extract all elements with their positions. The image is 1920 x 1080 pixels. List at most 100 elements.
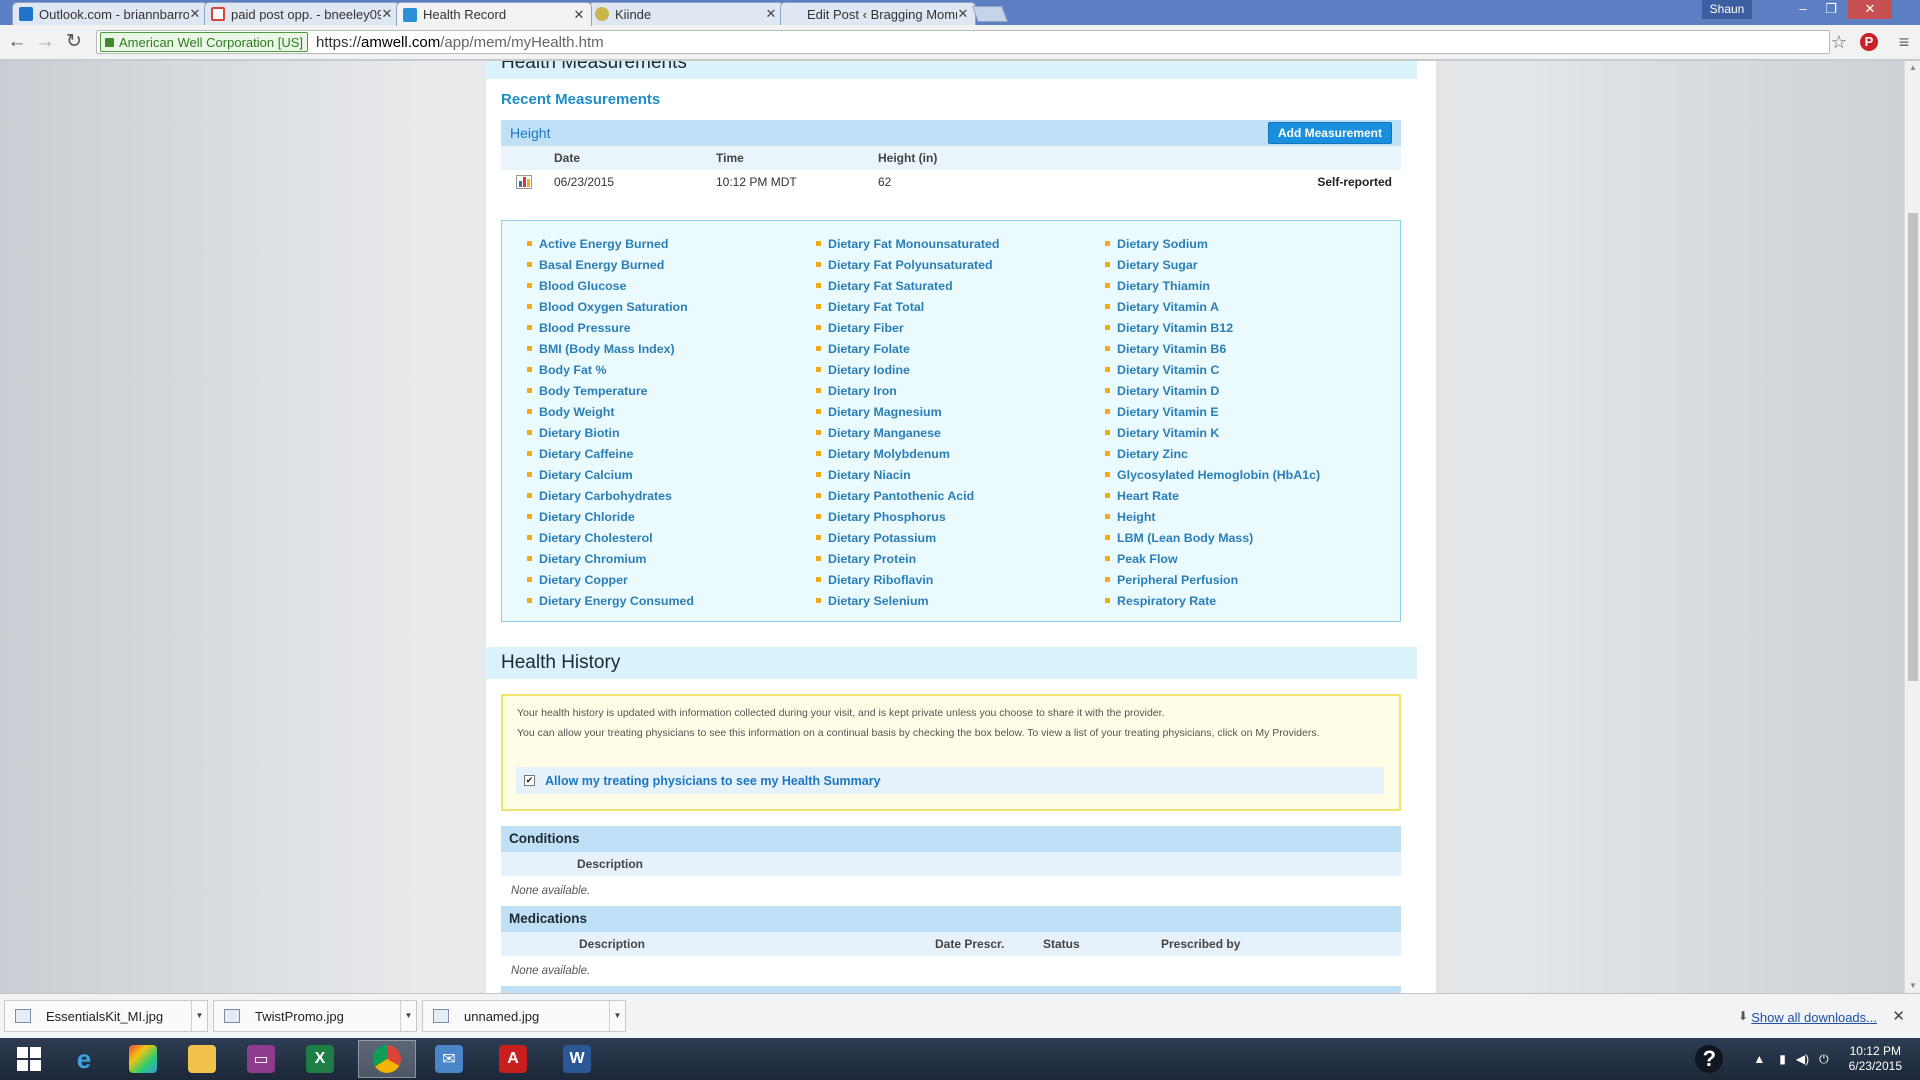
measurement-type-label[interactable]: Dietary Protein <box>828 552 916 566</box>
measurement-type-label[interactable]: Dietary Cholesterol <box>539 531 653 545</box>
measurement-type-label[interactable]: Dietary Pantothenic Acid <box>828 489 974 503</box>
measurement-type-label[interactable]: Dietary Iron <box>828 384 897 398</box>
measurement-type-link[interactable]: Dietary Iron <box>816 380 999 401</box>
measurement-type-label[interactable]: Dietary Vitamin C <box>1117 363 1219 377</box>
measurement-type-label[interactable]: Blood Oxygen Saturation <box>539 300 688 314</box>
profile-button[interactable]: Shaun <box>1702 0 1752 19</box>
back-icon[interactable]: ← <box>7 32 27 52</box>
measurement-type-link[interactable]: Dietary Carbohydrates <box>527 485 694 506</box>
measurement-type-link[interactable]: Dietary Manganese <box>816 422 999 443</box>
measurement-type-label[interactable]: Body Fat % <box>539 363 606 377</box>
measurement-type-label[interactable]: Dietary Caffeine <box>539 447 633 461</box>
measurement-type-link[interactable]: Dietary Sodium <box>1105 233 1320 254</box>
network-icon[interactable]: ▮ <box>1779 1052 1786 1066</box>
measurement-type-link[interactable]: Dietary Fat Polyunsaturated <box>816 254 999 275</box>
measurement-type-label[interactable]: Dietary Energy Consumed <box>539 594 694 608</box>
measurement-type-link[interactable]: Dietary Caffeine <box>527 443 694 464</box>
tab-edit-post[interactable]: Edit Post ‹ Bragging Mommy — ✕ <box>780 2 976 25</box>
help-icon[interactable]: ? <box>1695 1045 1724 1073</box>
restore-icon[interactable]: ❐ <box>1818 0 1844 19</box>
window-close-icon[interactable]: ✕ <box>1848 0 1892 19</box>
reload-icon[interactable]: ↻ <box>64 32 84 52</box>
measurement-type-link[interactable]: Peripheral Perfusion <box>1105 569 1320 590</box>
allow-physicians-label[interactable]: Allow my treating physicians to see my H… <box>545 774 881 788</box>
measurement-type-link[interactable]: Dietary Phosphorus <box>816 506 999 527</box>
measurement-type-label[interactable]: Dietary Chloride <box>539 510 635 524</box>
measurement-type-label[interactable]: Dietary Sugar <box>1117 258 1198 272</box>
close-icon[interactable]: ✕ <box>381 6 393 22</box>
measurement-type-link[interactable]: Dietary Magnesium <box>816 401 999 422</box>
excel-icon[interactable]: X <box>291 1040 349 1078</box>
measurement-type-link[interactable]: Dietary Fat Total <box>816 296 999 317</box>
measurement-type-link[interactable]: Dietary Vitamin C <box>1105 359 1320 380</box>
ev-certificate-badge[interactable]: American Well Corporation [US] <box>100 32 308 52</box>
minimize-icon[interactable]: – <box>1790 0 1816 19</box>
measurement-type-link[interactable]: Dietary Cholesterol <box>527 527 694 548</box>
measurement-type-label[interactable]: Peak Flow <box>1117 552 1178 566</box>
measurement-type-label[interactable]: Body Weight <box>539 405 615 419</box>
measurement-type-label[interactable]: LBM (Lean Body Mass) <box>1117 531 1253 545</box>
measurement-type-link[interactable]: Heart Rate <box>1105 485 1320 506</box>
close-icon[interactable]: ✕ <box>765 6 777 22</box>
measurement-type-label[interactable]: Dietary Thiamin <box>1117 279 1210 293</box>
new-tab-button[interactable] <box>972 6 1008 22</box>
measurement-type-link[interactable]: Dietary Thiamin <box>1105 275 1320 296</box>
bookmark-star-icon[interactable]: ☆ <box>1828 31 1850 53</box>
measurement-type-link[interactable]: Dietary Fat Saturated <box>816 275 999 296</box>
measurement-type-link[interactable]: Dietary Iodine <box>816 359 999 380</box>
chevron-down-icon[interactable]: ▼ <box>400 1001 416 1031</box>
chrome-icon[interactable] <box>358 1040 416 1078</box>
tab-outlook[interactable]: Outlook.com - briannbarrowman@ ✕ <box>12 2 208 25</box>
measurement-type-label[interactable]: Dietary Vitamin B6 <box>1117 342 1226 356</box>
measurement-type-label[interactable]: Basal Energy Burned <box>539 258 664 272</box>
measurement-type-link[interactable]: Dietary Energy Consumed <box>527 590 694 611</box>
measurement-type-link[interactable]: Active Energy Burned <box>527 233 694 254</box>
url-text[interactable]: https://amwell.com/app/mem/myHealth.htm <box>316 34 604 51</box>
measurement-type-label[interactable]: Dietary Fiber <box>828 321 904 335</box>
close-icon[interactable]: ✕ <box>957 6 969 22</box>
measurement-type-link[interactable]: Dietary Chromium <box>527 548 694 569</box>
measurement-type-label[interactable]: Dietary Vitamin D <box>1117 384 1219 398</box>
chevron-down-icon[interactable]: ▼ <box>191 1001 207 1031</box>
measurement-type-link[interactable]: Dietary Vitamin E <box>1105 401 1320 422</box>
measurement-type-label[interactable]: Dietary Manganese <box>828 426 941 440</box>
measurement-type-link[interactable]: Blood Oxygen Saturation <box>527 296 694 317</box>
measurement-type-link[interactable]: Dietary Folate <box>816 338 999 359</box>
close-icon[interactable]: ✕ <box>1892 1007 1905 1025</box>
volume-icon[interactable]: ◀) <box>1796 1052 1809 1066</box>
page-scrollbar[interactable]: ▲ ▼ <box>1904 61 1920 993</box>
measurement-type-label[interactable]: Dietary Iodine <box>828 363 910 377</box>
forward-icon[interactable]: → <box>35 32 55 52</box>
measurement-type-link[interactable]: Respiratory Rate <box>1105 590 1320 611</box>
measurement-type-label[interactable]: Blood Glucose <box>539 279 626 293</box>
measurement-type-label[interactable]: Dietary Folate <box>828 342 910 356</box>
measurement-type-link[interactable]: BMI (Body Mass Index) <box>527 338 694 359</box>
measurement-type-label[interactable]: Glycosylated Hemoglobin (HbA1c) <box>1117 468 1320 482</box>
measurement-type-link[interactable]: Dietary Selenium <box>816 590 999 611</box>
measurement-type-label[interactable]: Dietary Zinc <box>1117 447 1188 461</box>
measurement-type-label[interactable]: Active Energy Burned <box>539 237 668 251</box>
measurement-type-link[interactable]: Peak Flow <box>1105 548 1320 569</box>
measurement-type-link[interactable]: Dietary Biotin <box>527 422 694 443</box>
file-explorer-icon[interactable] <box>173 1040 231 1078</box>
measurement-type-label[interactable]: Dietary Selenium <box>828 594 929 608</box>
measurement-type-link[interactable]: Blood Pressure <box>527 317 694 338</box>
paint-icon[interactable] <box>114 1040 172 1078</box>
download-item[interactable]: unnamed.jpg ▼ <box>422 1000 626 1032</box>
remote-desktop-icon[interactable]: ▭ <box>232 1040 290 1078</box>
measurement-type-label[interactable]: Dietary Vitamin K <box>1117 426 1219 440</box>
measurement-type-link[interactable]: Dietary Vitamin K <box>1105 422 1320 443</box>
measurement-type-link[interactable]: Dietary Vitamin D <box>1105 380 1320 401</box>
allow-physicians-row[interactable]: ✔ Allow my treating physicians to see my… <box>516 767 1384 794</box>
measurement-type-label[interactable]: Dietary Fat Polyunsaturated <box>828 258 993 272</box>
measurement-type-link[interactable]: Dietary Vitamin A <box>1105 296 1320 317</box>
measurement-type-label[interactable]: Dietary Vitamin E <box>1117 405 1219 419</box>
measurement-type-label[interactable]: Dietary Vitamin A <box>1117 300 1219 314</box>
measurement-type-label[interactable]: Dietary Fat Monounsaturated <box>828 237 999 251</box>
pinterest-icon[interactable]: P <box>1860 33 1878 51</box>
measurement-type-link[interactable]: Dietary Riboflavin <box>816 569 999 590</box>
measurement-type-link[interactable]: Dietary Calcium <box>527 464 694 485</box>
measurement-type-link[interactable]: Dietary Vitamin B6 <box>1105 338 1320 359</box>
measurement-type-label[interactable]: Respiratory Rate <box>1117 594 1216 608</box>
acrobat-icon[interactable]: A <box>484 1040 542 1078</box>
